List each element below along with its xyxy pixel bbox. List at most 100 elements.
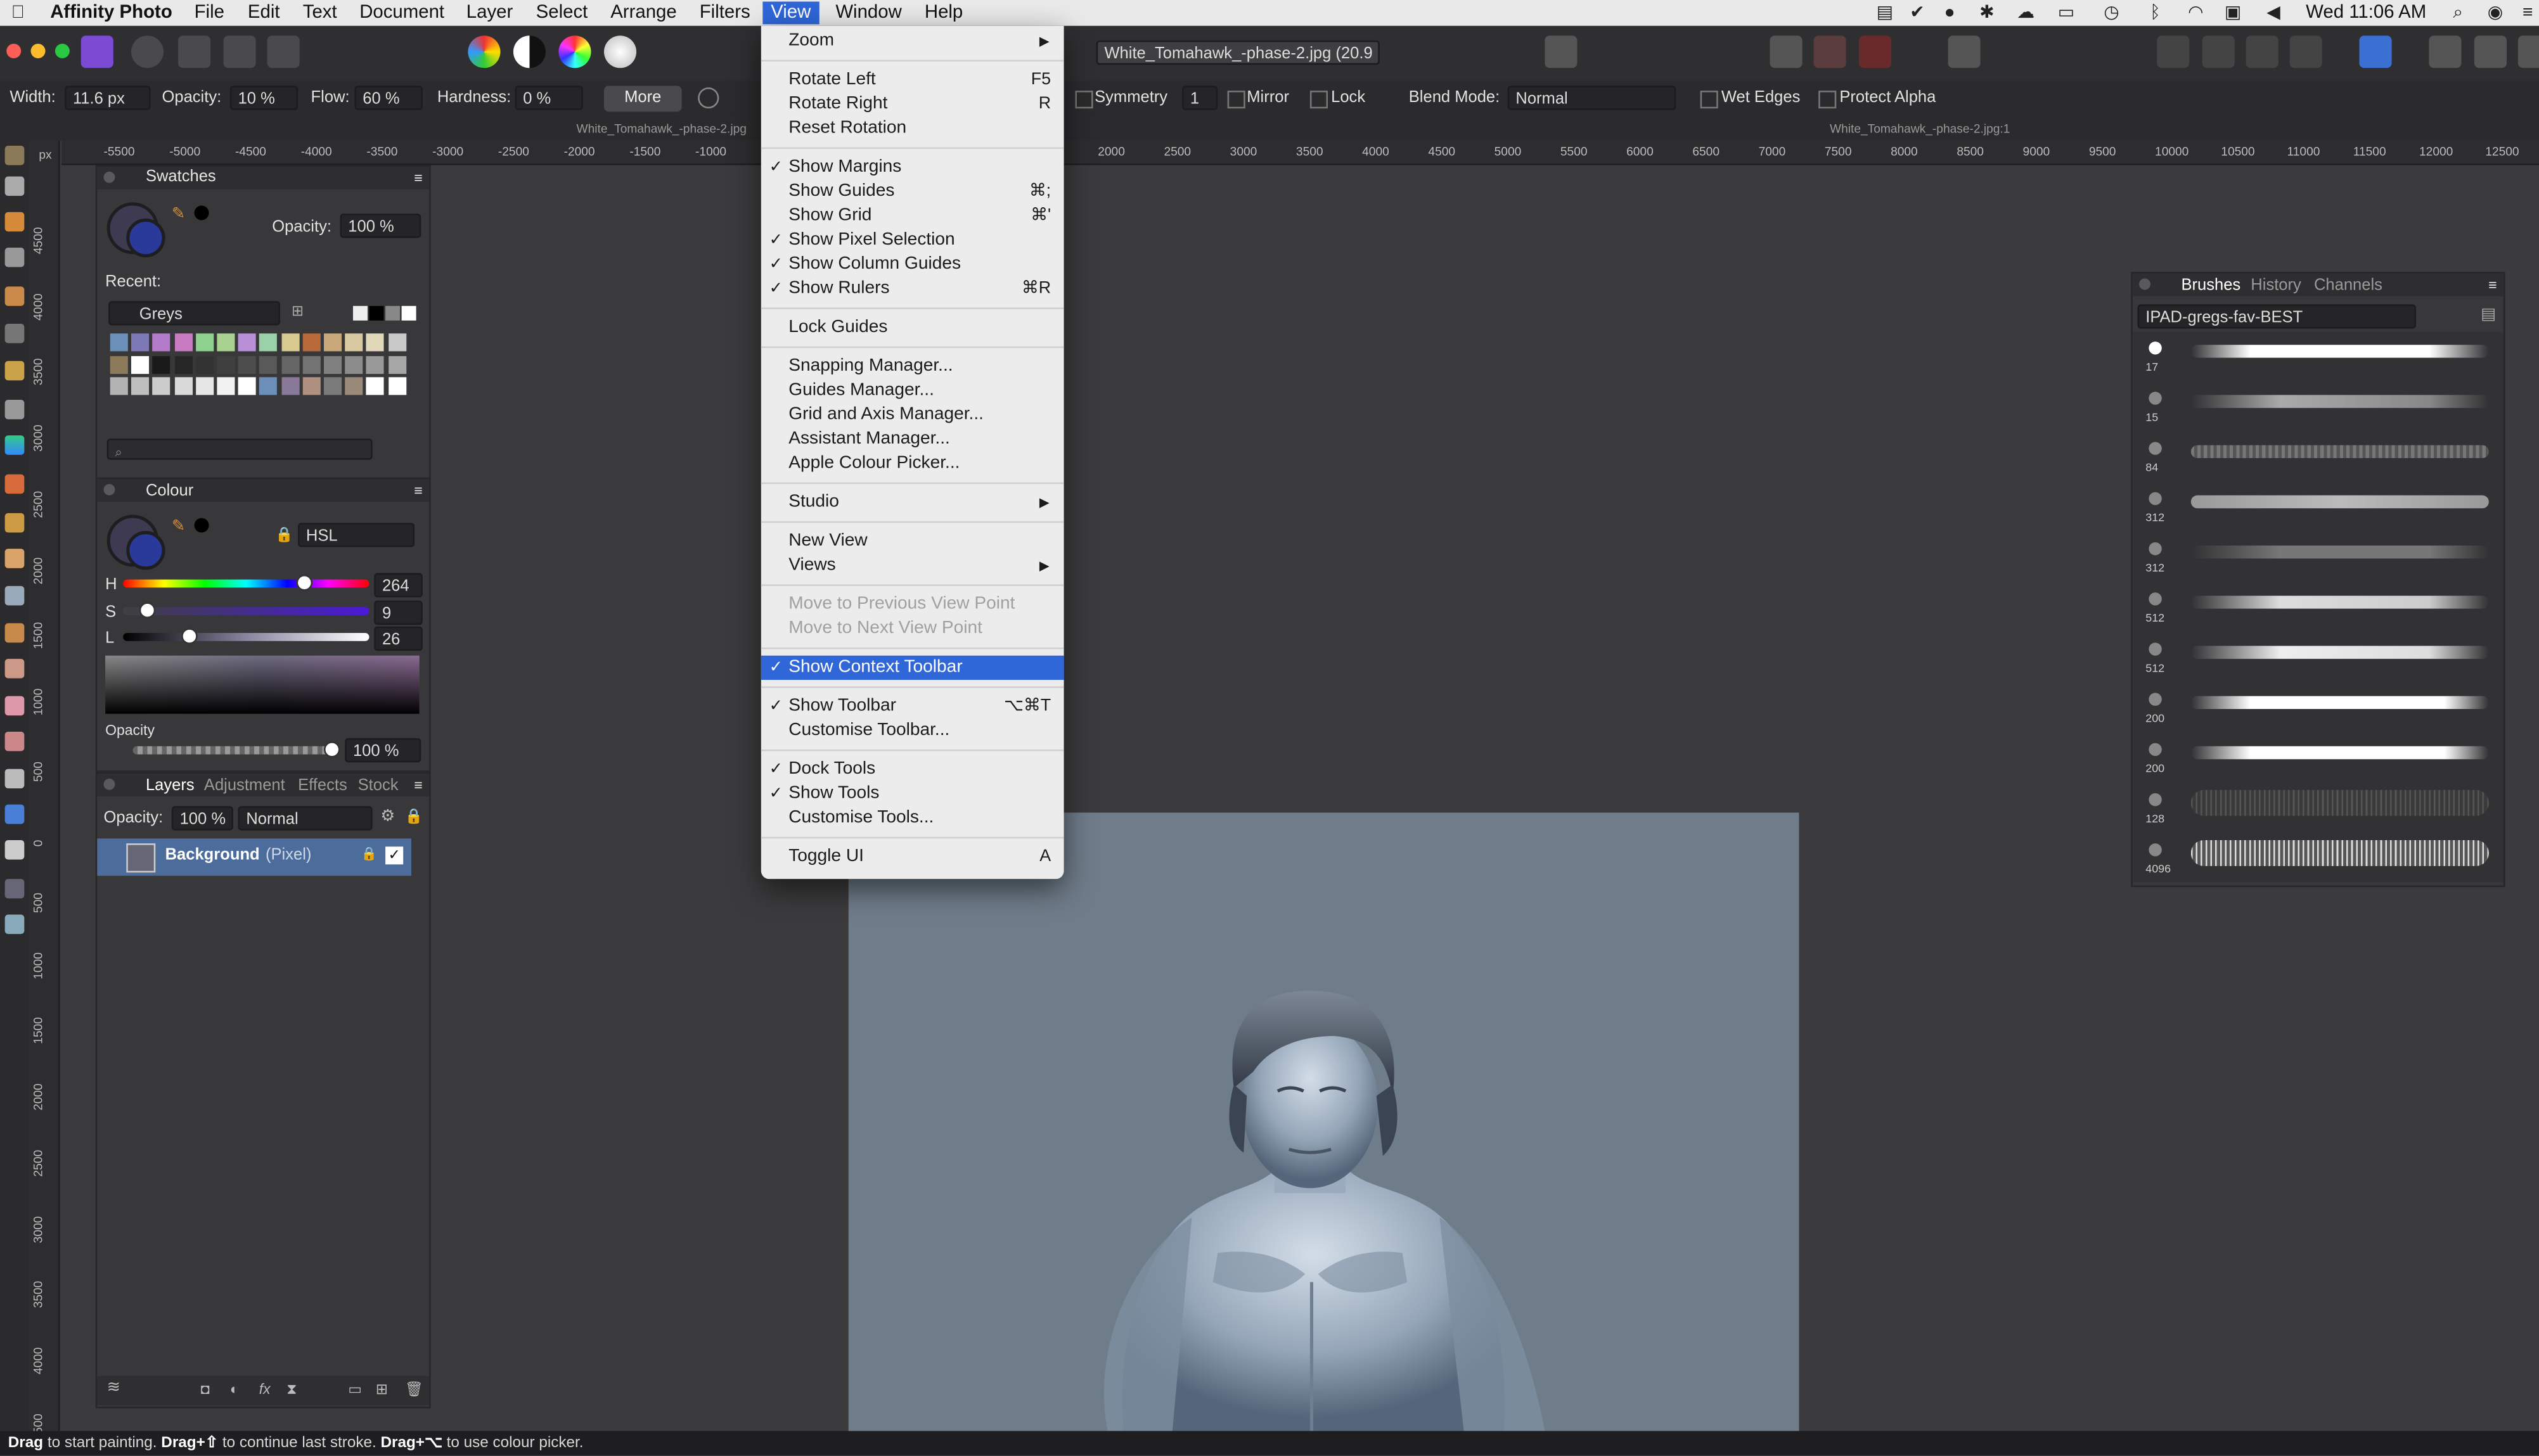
develop-persona-icon[interactable] bbox=[178, 35, 211, 68]
tab-layers[interactable]: Layers bbox=[146, 776, 195, 798]
swatch-search-input[interactable]: ⌕ bbox=[106, 438, 373, 460]
align-icon[interactable] bbox=[2359, 35, 2392, 68]
colour-swatch[interactable] bbox=[110, 355, 128, 373]
pressure-icon[interactable] bbox=[698, 87, 719, 109]
panel-menu-icon[interactable]: ≡ bbox=[414, 774, 422, 796]
colour-swatch[interactable] bbox=[302, 333, 321, 352]
eyedropper-icon[interactable]: ✎ bbox=[172, 205, 185, 223]
document-tab-right[interactable]: White_Tomahawk_-phase-2.jpg:1 bbox=[1830, 122, 2010, 136]
panel-menu-icon[interactable]: ≡ bbox=[2488, 274, 2497, 297]
symmetry-checkbox[interactable] bbox=[1075, 91, 1093, 109]
colour-swatch[interactable] bbox=[153, 333, 171, 352]
colour-swatch[interactable] bbox=[238, 333, 257, 352]
hardness-field[interactable]: 0 % bbox=[515, 86, 583, 110]
selection-brush-tool-icon[interactable] bbox=[4, 286, 25, 306]
colour-swatch[interactable] bbox=[323, 355, 342, 373]
menu-item-show-toolbar[interactable]: ✓ Show Toolbar ⌥⌘T bbox=[761, 694, 1064, 718]
close-panel-icon[interactable] bbox=[103, 171, 115, 183]
document-title-field[interactable]: White_Tomahawk_-phase-2.jpg (20.9 bbox=[1096, 40, 1380, 65]
colour-spectrum-box[interactable] bbox=[105, 655, 420, 714]
colour-swatch[interactable] bbox=[110, 377, 128, 395]
colour-swatch[interactable] bbox=[217, 333, 235, 352]
close-panel-icon[interactable] bbox=[103, 483, 115, 495]
notification-center-icon[interactable]: ≡ bbox=[2518, 3, 2538, 23]
move-tool-icon[interactable] bbox=[4, 176, 25, 196]
colour-swatch[interactable] bbox=[174, 355, 192, 373]
white-swatch[interactable] bbox=[401, 305, 416, 321]
menu-view[interactable]: View bbox=[762, 1, 820, 25]
volume-icon[interactable]: ◀ bbox=[2264, 3, 2284, 23]
symmetry-count-field[interactable]: 1 bbox=[1182, 86, 1218, 110]
levels-icon[interactable] bbox=[468, 35, 501, 68]
colour-swatch[interactable] bbox=[281, 333, 299, 352]
black-swatch[interactable] bbox=[369, 305, 384, 321]
brush-item[interactable]: 84 bbox=[2133, 432, 2502, 482]
minimize-window-button[interactable] bbox=[30, 43, 46, 58]
vertical-ruler[interactable]: 4500 4000 3500 3000 2500 2000 1500 1000 500 0 500 1… bbox=[29, 141, 60, 1440]
colour-swatch[interactable] bbox=[131, 333, 150, 352]
more-button[interactable]: More bbox=[603, 86, 682, 112]
colour-model-select[interactable]: HSL bbox=[298, 523, 415, 547]
menu-item-views[interactable]: Views ▶ bbox=[761, 554, 1064, 578]
app-menu[interactable]: Affinity Photo bbox=[42, 2, 180, 25]
menu-item-studio[interactable]: Studio ▶ bbox=[761, 490, 1064, 514]
colour-swatch[interactable] bbox=[388, 355, 406, 373]
colour-swatch[interactable] bbox=[388, 333, 406, 352]
menu-item-show-column-guides[interactable]: ✓ Show Column Guides bbox=[761, 253, 1064, 277]
menu-item-show-context-toolbar[interactable]: ✓ Show Context Toolbar bbox=[761, 655, 1064, 680]
colour-swatch[interactable] bbox=[217, 377, 235, 395]
colour-swatch[interactable] bbox=[323, 377, 342, 395]
colour-swatch[interactable] bbox=[366, 333, 385, 352]
marquee-tool-icon[interactable] bbox=[4, 361, 25, 381]
grey-swatch[interactable] bbox=[385, 305, 401, 321]
gear-icon[interactable]: ✱ bbox=[1977, 3, 1997, 23]
colour-swatch[interactable] bbox=[259, 355, 278, 373]
tab-stock[interactable]: Stock bbox=[358, 776, 399, 798]
swatches-title[interactable]: Swatches bbox=[146, 167, 216, 189]
erase-brush-tool-icon[interactable] bbox=[4, 549, 25, 568]
flow-field[interactable]: 60 % bbox=[354, 86, 423, 110]
studio-icon[interactable] bbox=[2474, 35, 2507, 68]
colour-swatch[interactable] bbox=[259, 377, 278, 395]
add-pixel-layer-icon[interactable]: ⊞ bbox=[376, 1381, 388, 1398]
colour-swatch[interactable] bbox=[302, 355, 321, 373]
horizontal-ruler[interactable]: px -5500 -5000 -4500 -4000 -3500 -3000 -2500 -2… bbox=[39, 141, 2539, 165]
mesh-warp-tool-icon[interactable] bbox=[4, 879, 25, 898]
colour-swatch[interactable] bbox=[195, 377, 214, 395]
no-colour-swatch[interactable] bbox=[352, 305, 368, 321]
brush-item[interactable]: 128 bbox=[2133, 784, 2502, 834]
hue-field[interactable]: 264 bbox=[374, 573, 423, 597]
colour-swatch[interactable] bbox=[388, 377, 406, 395]
document-canvas[interactable] bbox=[848, 812, 1799, 1431]
saturation-field[interactable]: 9 bbox=[374, 600, 423, 625]
menu-arrange[interactable]: Arrange bbox=[602, 2, 685, 25]
palette-options-icon[interactable]: ⊞ bbox=[292, 303, 304, 321]
paint-brush-tool-icon[interactable] bbox=[4, 474, 25, 494]
tab-adjustment[interactable]: Adjustment bbox=[204, 776, 285, 798]
menu-filters[interactable]: Filters bbox=[691, 2, 759, 25]
colour-swatch[interactable] bbox=[281, 355, 299, 373]
colour-swatch[interactable] bbox=[174, 377, 192, 395]
document-tab-left[interactable]: White_Tomahawk_-phase-2.jpg bbox=[577, 122, 747, 136]
menu-item-assistant-manager[interactable]: Assistant Manager... bbox=[761, 427, 1064, 451]
brush-item[interactable]: 512 bbox=[2133, 633, 2502, 683]
colour-dot-icon[interactable] bbox=[194, 518, 209, 533]
menu-item-show-rulers[interactable]: ✓ Show Rulers ⌘R bbox=[761, 277, 1064, 301]
stroke-colour-well[interactable] bbox=[126, 531, 165, 570]
spotlight-icon[interactable]: ⌕ bbox=[2448, 3, 2468, 23]
colour-swatch[interactable] bbox=[153, 355, 171, 373]
gradient-tool-icon[interactable] bbox=[4, 435, 25, 455]
colour-swatch[interactable] bbox=[238, 355, 257, 373]
quick-mask-icon[interactable] bbox=[1545, 35, 1578, 68]
menu-help[interactable]: Help bbox=[916, 2, 971, 25]
menu-item-show-guides[interactable]: Show Guides ⌘; bbox=[761, 180, 1064, 204]
trash-icon[interactable]: 🗑 bbox=[405, 1381, 423, 1398]
colour-swatch[interactable] bbox=[281, 377, 299, 395]
menu-item-grid-and-axis-manager[interactable]: Grid and Axis Manager... bbox=[761, 403, 1064, 427]
colour-swatch[interactable] bbox=[302, 377, 321, 395]
colour-title[interactable]: Colour bbox=[146, 481, 193, 504]
arrange-back-icon[interactable] bbox=[2157, 35, 2190, 68]
healing-tool-icon[interactable] bbox=[4, 658, 25, 679]
menu-item-new-view[interactable]: New View bbox=[761, 529, 1064, 553]
colour-swatch[interactable] bbox=[195, 333, 214, 352]
